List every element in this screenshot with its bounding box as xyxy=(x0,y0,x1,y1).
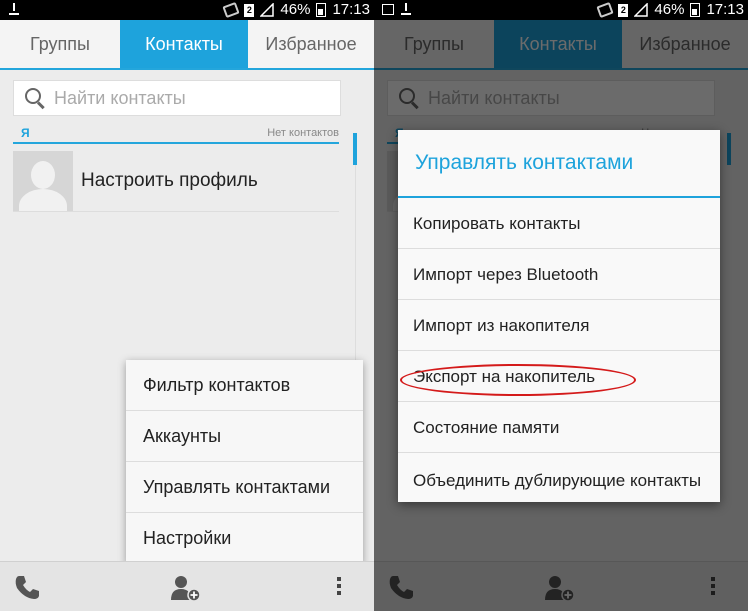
search-icon xyxy=(24,87,46,109)
signal-icon xyxy=(634,3,649,17)
search-box[interactable] xyxy=(13,80,341,116)
manage-contacts-dialog: Управлять контактами Копировать контакты… xyxy=(398,130,720,502)
dialog-title: Управлять контактами xyxy=(398,130,720,198)
clock: 17:13 xyxy=(332,1,370,18)
add-contact-icon[interactable] xyxy=(170,574,202,602)
sim-icon: 2 xyxy=(618,3,629,17)
tab-favorites[interactable]: Избранное xyxy=(248,20,374,68)
download-icon xyxy=(400,2,412,16)
profile-label: Настроить профиль xyxy=(81,169,258,191)
clock: 17:13 xyxy=(706,1,744,18)
tab-groups[interactable]: Группы xyxy=(0,20,120,68)
tab-contacts[interactable]: Контакты xyxy=(120,20,248,68)
download-icon xyxy=(8,2,20,16)
status-bar: 2 46% 17:13 xyxy=(0,0,374,20)
menu-item-accounts[interactable]: Аккаунты xyxy=(126,411,363,462)
section-letter: Я xyxy=(21,126,30,140)
phone-icon[interactable] xyxy=(14,574,40,600)
dialog-item-merge-duplicates[interactable]: Объединить дублирующие контакты xyxy=(398,453,720,505)
contacts-screen-left: 2 46% 17:13 Группы Контакты Избранное Я … xyxy=(0,0,374,611)
bottom-bar xyxy=(0,561,374,611)
image-icon xyxy=(382,3,394,15)
avatar xyxy=(13,150,73,211)
battery-icon xyxy=(316,3,327,17)
search-input[interactable] xyxy=(54,87,314,109)
more-vert-icon[interactable] xyxy=(336,577,342,599)
dialog-item-copy-contacts[interactable]: Копировать контакты xyxy=(398,198,720,249)
section-header: Я Нет контактов xyxy=(13,126,339,144)
battery-percent: 46% xyxy=(654,1,685,18)
battery-percent: 46% xyxy=(280,1,311,18)
vibrate-icon xyxy=(222,1,241,19)
sim-icon: 2 xyxy=(244,3,255,17)
menu-item-settings[interactable]: Настройки xyxy=(126,513,363,564)
dialog-item-import-bluetooth[interactable]: Импорт через Bluetooth xyxy=(398,249,720,300)
status-bar: 2 46% 17:13 xyxy=(374,0,748,20)
overflow-menu: Фильтр контактов Аккаунты Управлять конт… xyxy=(126,360,363,564)
battery-icon xyxy=(690,3,701,17)
dialog-item-export-storage[interactable]: Экспорт на накопитель xyxy=(398,351,720,402)
tab-bar: Группы Контакты Избранное xyxy=(0,20,374,70)
menu-item-filter[interactable]: Фильтр контактов xyxy=(126,360,363,411)
contact-count: Нет контактов xyxy=(267,127,339,139)
profile-row[interactable]: Настроить профиль xyxy=(13,150,339,212)
vibrate-icon xyxy=(596,1,615,19)
scrollbar[interactable] xyxy=(353,133,357,165)
signal-icon xyxy=(260,3,275,17)
dialog-item-memory-status[interactable]: Состояние памяти xyxy=(398,402,720,453)
contacts-screen-right: 2 46% 17:13 Группы Контакты Избранное Я … xyxy=(374,0,748,611)
menu-item-manage-contacts[interactable]: Управлять контактами xyxy=(126,462,363,513)
dialog-item-import-storage[interactable]: Импорт из накопителя xyxy=(398,300,720,351)
